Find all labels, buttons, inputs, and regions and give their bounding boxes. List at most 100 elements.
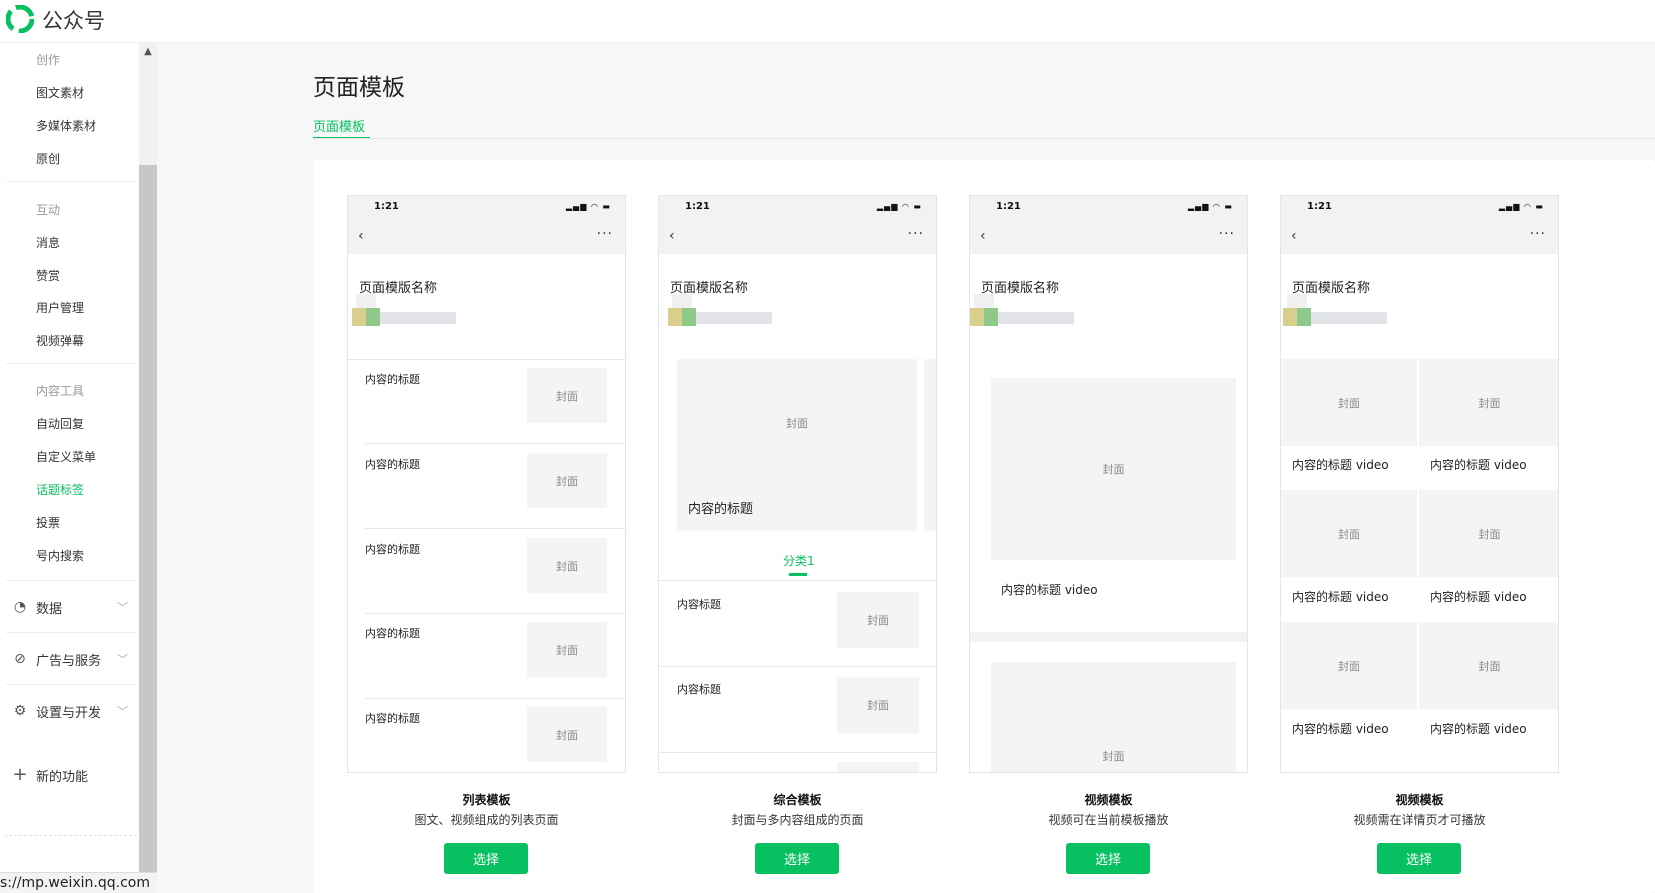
more-icon: ···: [907, 226, 924, 242]
cover-placeholder-partial: [837, 762, 919, 772]
app-title[interactable]: 公众号: [42, 5, 105, 35]
page-title: 页面模板: [313, 75, 405, 101]
sidebar-item-settings[interactable]: ⚙ 设置与开发 ﹀: [12, 701, 128, 721]
list-item-title: 内容的标题: [365, 627, 420, 640]
template-card-video-grid[interactable]: 1:21 ▂▄▆ ◠ ▬ ‹ ··· 页面模版名称 封面 封面 内容的标题 vi…: [1280, 195, 1559, 773]
scroll-up-icon[interactable]: ▲: [142, 47, 154, 57]
grid-video-title: 内容的标题 video: [1292, 590, 1389, 604]
sidebar-item-custom-menu[interactable]: 自定义菜单: [36, 448, 96, 465]
status-url: s://mp.weixin.qq.com: [0, 872, 157, 893]
blurred-avatar: [1283, 294, 1393, 326]
nav-group-tools: 内容工具: [36, 384, 85, 398]
compass-icon: ⊘: [14, 651, 26, 667]
template-description: 封面与多内容组成的页面: [731, 813, 864, 827]
phone-nav-bar: 1:21 ▂▄▆ ◠ ▬ ‹ ···: [970, 196, 1247, 254]
phone-nav-bar: 1:21 ▂▄▆ ◠ ▬ ‹ ···: [1281, 196, 1558, 254]
video-cover: 封面: [991, 378, 1236, 560]
cover-placeholder: 封面: [527, 368, 607, 423]
list-item-title: 内容的标题: [365, 543, 420, 556]
template-description: 视频可在当前模板播放: [1048, 813, 1169, 827]
nav-divider: [6, 632, 136, 633]
sidebar-item-articles[interactable]: 图文素材: [36, 84, 84, 101]
sidebar-item-danmaku[interactable]: 视频弹幕: [36, 332, 84, 349]
grid-cover: 封面: [1419, 622, 1558, 709]
nav-group-interact: 互动: [36, 203, 61, 217]
template-caption: 综合模板: [773, 793, 822, 807]
top-bar: 公众号: [0, 0, 1655, 43]
sidebar-item-label: 新的功能: [36, 769, 89, 785]
more-icon: ···: [1218, 226, 1235, 242]
back-arrow-icon: ‹: [980, 228, 986, 244]
grid-video-title: 内容的标题 video: [1292, 458, 1389, 472]
grid-video-title: 内容的标题 video: [1292, 722, 1389, 736]
sidebar-item-ads[interactable]: ⊘ 广告与服务 ﹀: [12, 649, 128, 669]
list-item-title: 内容标题: [677, 598, 721, 611]
select-button[interactable]: 选择: [1377, 843, 1461, 874]
row-divider: [659, 752, 936, 753]
back-arrow-icon: ‹: [1291, 228, 1297, 244]
cover-placeholder: 封面: [527, 622, 607, 677]
phone-time: 1:21: [996, 201, 1021, 212]
template-card-list[interactable]: 1:21 ▂▄▆ ◠ ▬ ‹ ··· 页面模版名称 内容的标题 封面 内容的标题…: [347, 195, 626, 773]
back-arrow-icon: ‹: [358, 228, 364, 244]
gear-icon: ⚙: [13, 703, 27, 719]
list-item-title: 内容的标题: [365, 712, 420, 725]
phone-status-icons: ▂▄▆ ◠ ▬: [876, 202, 922, 211]
list-item-title: 内容的标题: [365, 458, 420, 471]
video-cover: 封面: [991, 662, 1236, 772]
sidebar-item-data[interactable]: ◔ 数据 ﹀: [12, 597, 128, 617]
sidebar-item-search[interactable]: 号内搜索: [36, 547, 84, 564]
template-card-video[interactable]: 1:21 ▂▄▆ ◠ ▬ ‹ ··· 页面模版名称 封面 内容的标题 video…: [969, 195, 1248, 773]
cover-placeholder: 封面: [837, 592, 919, 648]
cover-placeholder: 封面: [527, 453, 607, 508]
grid-cover: 封面: [1281, 359, 1417, 446]
blurred-avatar: [970, 294, 1080, 326]
chevron-down-icon: ﹀: [117, 653, 128, 666]
sidebar-item-topic-tags[interactable]: 话题标签: [36, 481, 84, 498]
nav-divider: [6, 363, 136, 364]
sidebar-item-new-feature[interactable]: + 新的功能: [12, 765, 88, 785]
hero-title: 内容的标题: [688, 502, 754, 517]
section-separator: [970, 632, 1247, 642]
template-caption: 视频模板: [1084, 793, 1133, 807]
select-button[interactable]: 选择: [755, 843, 839, 874]
select-button[interactable]: 选择: [444, 843, 528, 874]
row-divider: [348, 359, 625, 360]
plus-icon: +: [12, 764, 28, 785]
grid-video-title: 内容的标题 video: [1430, 722, 1527, 736]
sidebar-item-vote[interactable]: 投票: [36, 514, 60, 531]
video-title: 内容的标题 video: [1001, 583, 1098, 597]
category-tab: 分类1: [783, 554, 815, 568]
sidebar-item-label: 数据: [36, 601, 63, 617]
sidebar-item-auto-reply[interactable]: 自动回复: [36, 415, 84, 432]
sidebar: ▲ 创作 图文素材 多媒体素材 原创 互动 消息 赞赏 用户管理 视频弹幕 内容…: [0, 43, 157, 893]
grid-cover: 封面: [1281, 490, 1417, 577]
template-card-composite[interactable]: 1:21 ▂▄▆ ◠ ▬ ‹ ··· 页面模版名称 封面 内容的标题 分类1 内…: [658, 195, 937, 773]
sidebar-item-messages[interactable]: 消息: [36, 234, 60, 251]
sidebar-item-label: 设置与开发: [36, 705, 102, 721]
chevron-down-icon: ﹀: [117, 705, 128, 718]
blurred-avatar: [352, 294, 462, 326]
back-arrow-icon: ‹: [669, 228, 675, 244]
phone-time: 1:21: [1307, 201, 1332, 212]
sidebar-scrollbar-thumb[interactable]: [139, 165, 157, 893]
phone-nav-bar: 1:21 ▂▄▆ ◠ ▬ ‹ ···: [659, 196, 936, 254]
list-item-title: 内容的标题: [365, 373, 420, 386]
category-tab-indicator: [789, 573, 807, 576]
phone-status-icons: ▂▄▆ ◠ ▬: [1187, 202, 1233, 211]
sidebar-item-media[interactable]: 多媒体素材: [36, 117, 96, 134]
list-item-title: 内容标题: [677, 683, 721, 696]
row-divider: [365, 698, 625, 699]
tab-page-templates[interactable]: 页面模板: [313, 116, 365, 135]
wechat-official-logo[interactable]: [6, 5, 34, 33]
sidebar-item-original[interactable]: 原创: [36, 150, 60, 167]
cover-placeholder: 封面: [527, 707, 607, 762]
grid-cover: 封面: [1281, 622, 1417, 709]
more-icon: ···: [596, 226, 613, 242]
select-button[interactable]: 选择: [1066, 843, 1150, 874]
more-icon: ···: [1529, 226, 1546, 242]
sidebar-item-users[interactable]: 用户管理: [36, 299, 84, 316]
phone-status-icons: ▂▄▆ ◠ ▬: [1498, 202, 1544, 211]
sidebar-item-reward[interactable]: 赞赏: [36, 267, 60, 284]
cover-placeholder: 封面: [837, 677, 919, 733]
